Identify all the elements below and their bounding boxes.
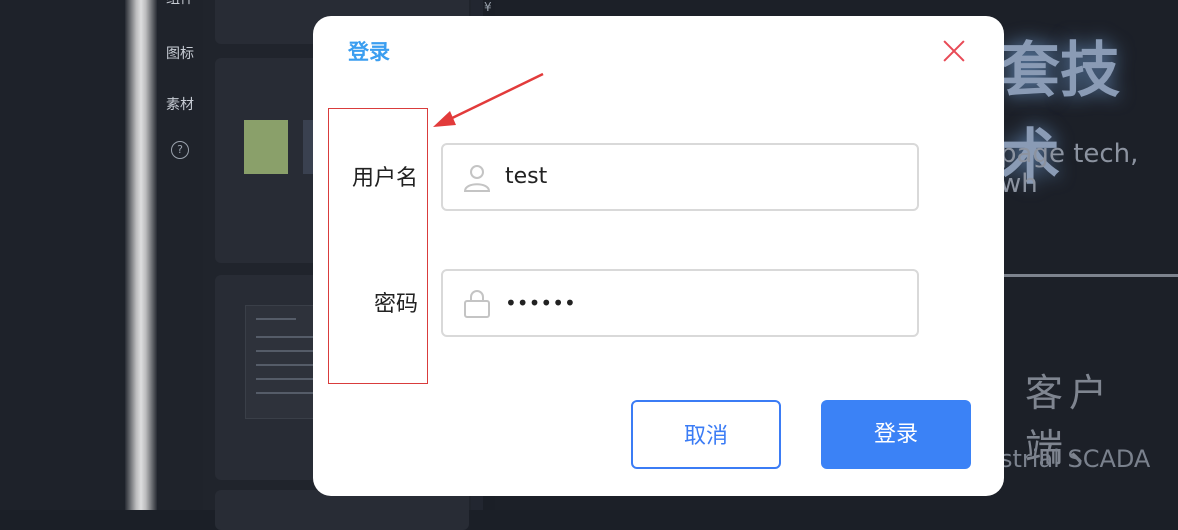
login-button[interactable]: 登录 <box>821 400 971 469</box>
preview-bottom-text: strial SCADA <box>1000 445 1151 473</box>
window-edge-highlight <box>125 0 157 510</box>
annotation-arrow-icon <box>433 72 544 127</box>
help-icon[interactable]: ? <box>171 141 189 159</box>
user-icon <box>463 165 491 192</box>
left-blank-area <box>0 0 125 510</box>
login-dialog: 登录 用户名 test 密码 •••••• 取消 登录 <box>313 16 1004 496</box>
password-value: •••••• <box>505 291 576 315</box>
side-nav: 组件 图标 素材 ? <box>157 0 204 510</box>
nav-item-icons[interactable]: 图标 <box>157 43 203 63</box>
template-thumbnail <box>244 120 288 174</box>
username-label: 用户名 <box>351 166 418 191</box>
strip-glyph: ¥ <box>484 0 492 14</box>
username-field[interactable]: test <box>441 143 919 211</box>
cancel-button[interactable]: 取消 <box>631 400 781 469</box>
nav-item-components[interactable]: 组件 <box>157 0 203 8</box>
close-icon[interactable] <box>941 38 967 64</box>
password-field[interactable]: •••••• <box>441 269 919 337</box>
username-value: test <box>505 164 548 189</box>
dialog-title: 登录 <box>348 40 390 64</box>
lock-icon <box>464 290 490 318</box>
nav-item-assets[interactable]: 素材 <box>157 94 203 114</box>
template-card[interactable] <box>215 490 469 530</box>
preview-subtitle: page tech, wh <box>1000 139 1139 199</box>
password-label: 密码 <box>373 292 418 317</box>
label-annotation-box <box>328 108 428 384</box>
